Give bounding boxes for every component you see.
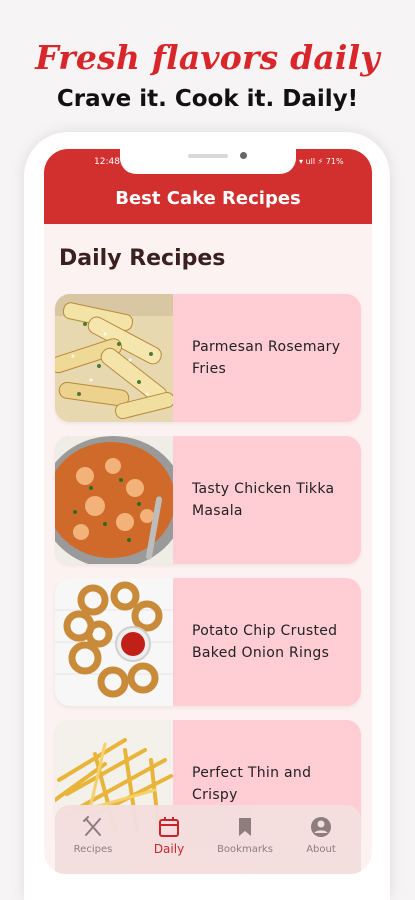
recipe-title: Parmesan Rosemary Fries (192, 339, 341, 377)
status-indicators: ▾ ull ⚡ 71% (299, 157, 344, 166)
app-bar: 12:48 ▾ ull ⚡ 71% Best Cake Recipes (44, 149, 372, 224)
bookmark-icon (239, 818, 251, 836)
nav-item-recipes[interactable]: Recipes (55, 805, 131, 874)
nav-label: Recipes (73, 844, 113, 855)
promo-headline: Fresh flavors daily (35, 38, 380, 77)
utensils-icon (83, 816, 101, 836)
recipe-card[interactable]: Tasty Chicken Tikka Masala (55, 436, 361, 564)
bottom-nav: Recipes Daily Bookmarks About (55, 805, 361, 874)
app-title: Best Cake Recipes (115, 188, 301, 209)
nav-label: Daily (153, 842, 185, 856)
fries-image (55, 294, 173, 422)
status-time: 12:48 (94, 157, 120, 167)
recipe-title: Tasty Chicken Tikka Masala (192, 481, 335, 519)
recipe-card[interactable]: Potato Chip Crusted Baked Onion Rings (55, 578, 361, 706)
nav-label: About (306, 844, 336, 855)
nav-item-bookmarks[interactable]: Bookmarks (207, 805, 283, 874)
section-title: Daily Recipes (59, 246, 226, 271)
tikka-masala-image (55, 436, 173, 564)
recipe-card[interactable]: Parmesan Rosemary Fries (55, 294, 361, 422)
onion-rings-image (55, 578, 173, 706)
phone-notch (120, 149, 296, 174)
nav-item-daily[interactable]: Daily (131, 805, 207, 874)
nav-label: Bookmarks (217, 844, 273, 855)
app-screen: 12:48 ▾ ull ⚡ 71% Best Cake Recipes Dail… (44, 149, 372, 874)
front-camera (240, 152, 247, 159)
nav-item-about[interactable]: About (283, 805, 359, 874)
calendar-icon (159, 817, 179, 837)
account-icon (311, 817, 331, 837)
promo-subline: Crave it. Cook it. Daily! (56, 86, 359, 112)
speaker-grille (188, 154, 228, 158)
recipe-title: Potato Chip Crusted Baked Onion Rings (192, 623, 338, 661)
